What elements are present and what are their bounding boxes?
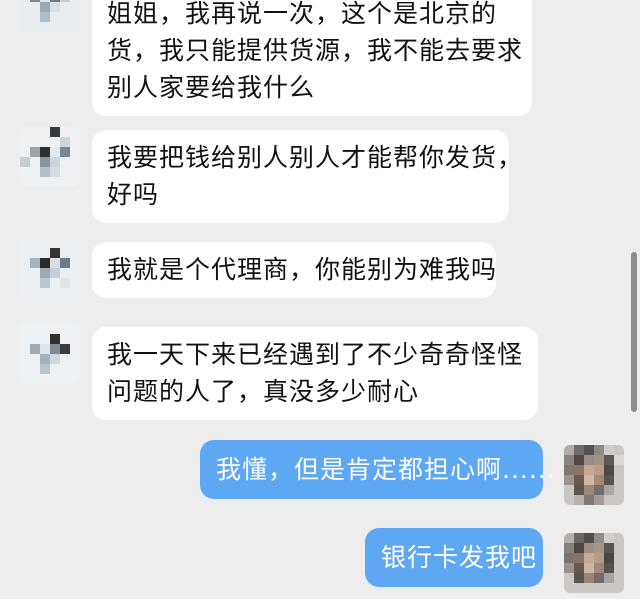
message-text-line: 问题的人了，真没多少耐心 xyxy=(107,377,420,406)
message-bubble-sent[interactable]: 我懂，但是肯定都担心啊...... xyxy=(200,440,556,499)
chat-message-list[interactable]: 姐姐，我再说一次，这个是北京的 货，我只能提供货源，我不能去要求 别人家要给我什… xyxy=(0,0,640,599)
pixelated-avatar-icon xyxy=(20,324,80,384)
pixelated-avatar-icon xyxy=(20,127,80,187)
message-text-line: 别人家要给我什么 xyxy=(107,73,316,102)
pixelated-avatar-icon xyxy=(564,445,624,505)
contact-avatar[interactable] xyxy=(20,0,80,32)
contact-avatar[interactable] xyxy=(20,324,80,384)
scrollbar[interactable] xyxy=(631,252,637,412)
pixelated-avatar-icon xyxy=(20,0,80,32)
pixelated-avatar-icon xyxy=(564,533,624,593)
message-bubble-sent[interactable]: 银行卡发我吧 xyxy=(365,528,543,587)
self-avatar[interactable] xyxy=(564,445,624,505)
self-avatar[interactable] xyxy=(564,533,624,593)
message-bubble-received[interactable]: 姐姐，我再说一次，这个是北京的 货，我只能提供货源，我不能去要求 别人家要给我什… xyxy=(92,0,532,116)
contact-avatar[interactable] xyxy=(20,127,80,187)
pixelated-avatar-icon xyxy=(20,238,80,298)
message-text-line: 银行卡发我吧 xyxy=(381,543,538,572)
message-bubble-received[interactable]: 我要把钱给别人别人才能帮你发货， 好吗 xyxy=(92,130,524,223)
message-text-line: 我懂，但是肯定都担心啊...... xyxy=(216,455,556,484)
message-text-line: 好吗 xyxy=(107,180,160,209)
message-text-line: 我就是个代理商，你能别为难我吗 xyxy=(107,255,498,284)
message-bubble-received[interactable]: 我一天下来已经遇到了不少奇奇怪怪 问题的人了，真没多少耐心 xyxy=(92,327,538,420)
contact-avatar[interactable] xyxy=(20,238,80,298)
message-text-line: 我要把钱给别人别人才能帮你发货， xyxy=(107,143,524,172)
message-text-line: 我一天下来已经遇到了不少奇奇怪怪 xyxy=(107,340,524,369)
message-text-line: 姐姐，我再说一次，这个是北京的 xyxy=(107,0,498,28)
message-bubble-received[interactable]: 我就是个代理商，你能别为难我吗 xyxy=(92,242,496,298)
message-text-line: 货，我只能提供货源，我不能去要求 xyxy=(107,36,524,65)
